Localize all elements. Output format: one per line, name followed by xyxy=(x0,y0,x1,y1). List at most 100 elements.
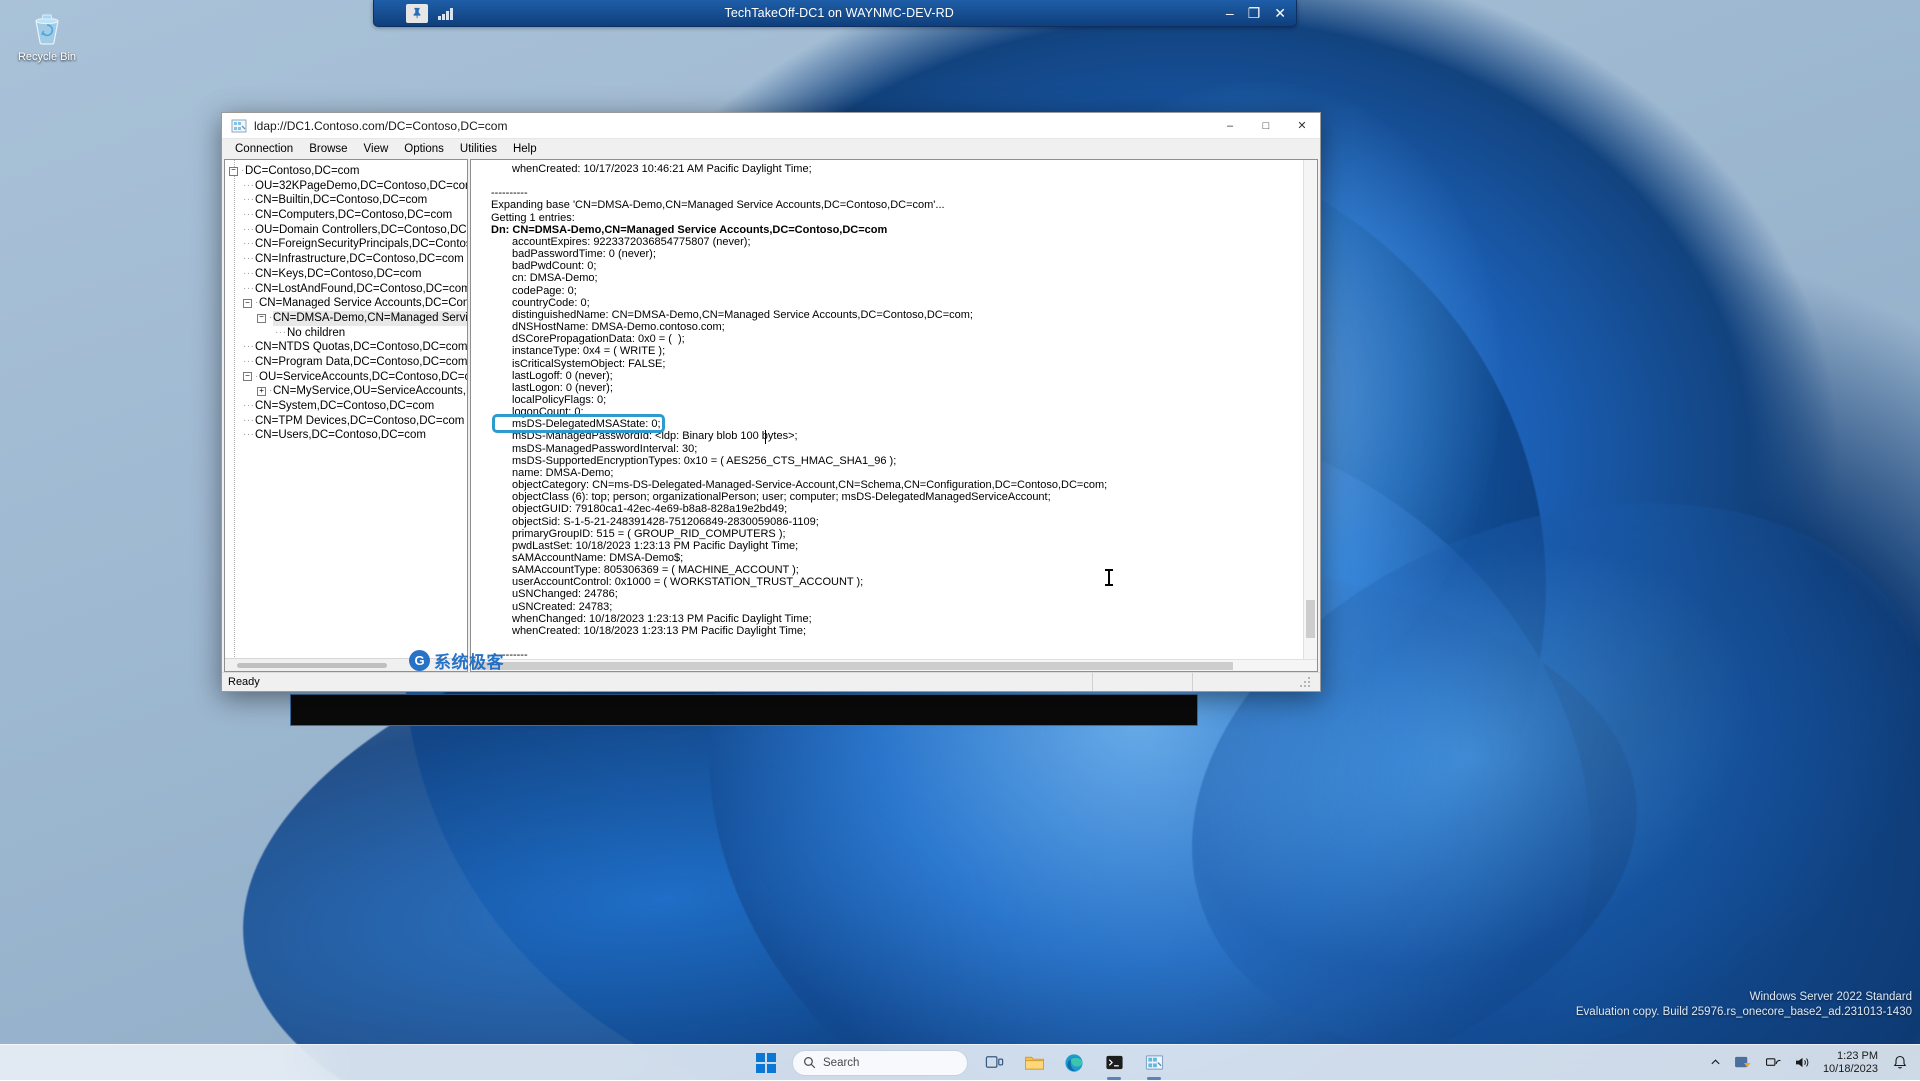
output-line-text: logonCount: 0; xyxy=(512,406,584,418)
tray-notification-bell-icon[interactable] xyxy=(1888,1052,1912,1073)
output-line: uSNChanged: 24786; xyxy=(491,588,1299,600)
tree-node-label: CN=MyService,OU=ServiceAccounts,DC=C xyxy=(273,384,467,399)
desktop-icon-recycle-bin[interactable]: Recycle Bin xyxy=(8,8,86,63)
taskbar-system-tray: 1:23 PM 10/18/2023 xyxy=(1705,1045,1920,1081)
rdp-restore-button[interactable]: ❐ xyxy=(1248,6,1261,20)
taskbar[interactable]: Search xyxy=(0,1044,1920,1080)
tree-node[interactable]: ···OU=32KPageDemo,DC=Contoso,DC=com xyxy=(229,179,467,194)
output-hscroll-thumb[interactable] xyxy=(473,662,1233,670)
tree-node-label: CN=Builtin,DC=Contoso,DC=com xyxy=(255,193,427,208)
tree-node[interactable]: ···CN=Computers,DC=Contoso,DC=com xyxy=(229,208,467,223)
signal-strength-icon xyxy=(438,7,453,20)
tree-node[interactable]: ···OU=Domain Controllers,DC=Contoso,DC=c… xyxy=(229,223,467,238)
tree-node[interactable]: ···CN=Infrastructure,DC=Contoso,DC=com xyxy=(229,252,467,267)
output-line: msDS-ManagedPasswordId: <ldp: Binary blo… xyxy=(491,430,1299,442)
ldp-body: −·DC=Contoso,DC=com···OU=32KPageDemo,DC=… xyxy=(222,158,1320,672)
tree-horizontal-scrollbar[interactable] xyxy=(225,658,467,671)
output-vertical-scrollbar[interactable] xyxy=(1303,160,1317,659)
output-line xyxy=(491,637,1299,649)
ldp-icon xyxy=(1145,1053,1164,1072)
tree-node[interactable]: ···CN=ForeignSecurityPrincipals,DC=Conto… xyxy=(229,237,467,252)
taskbar-item-file-explorer[interactable] xyxy=(1017,1048,1051,1078)
resize-grip[interactable] xyxy=(1292,673,1320,691)
collapse-node-icon[interactable]: − xyxy=(243,372,252,381)
taskview-icon xyxy=(985,1053,1004,1072)
tray-update-icon[interactable] xyxy=(1730,1052,1757,1073)
tree-node-label: CN=Managed Service Accounts,DC=Contoso,D xyxy=(259,296,467,311)
output-line: lastLogon: 0 (never); xyxy=(491,382,1299,394)
output-line: localPolicyFlags: 0; xyxy=(491,394,1299,406)
taskbar-item-edge[interactable] xyxy=(1057,1048,1091,1078)
ldp-maximize-button[interactable]: □ xyxy=(1248,113,1284,139)
tree-node[interactable]: ···No children xyxy=(229,326,467,341)
taskbar-item-terminal[interactable] xyxy=(1097,1048,1131,1078)
tree-node[interactable]: ···CN=NTDS Quotas,DC=Contoso,DC=com xyxy=(229,340,467,355)
tree-node[interactable]: −·DC=Contoso,DC=com xyxy=(229,164,467,179)
taskbar-item-ldp[interactable] xyxy=(1137,1048,1171,1078)
menu-item-view[interactable]: View xyxy=(356,142,397,156)
tree-node[interactable]: ···CN=LostAndFound,DC=Contoso,DC=com xyxy=(229,282,467,297)
tree-node[interactable]: +·CN=MyService,OU=ServiceAccounts,DC=C xyxy=(229,384,467,399)
terminal-icon xyxy=(1105,1053,1124,1072)
output-line: codePage: 0; xyxy=(491,285,1299,297)
expand-node-icon[interactable]: + xyxy=(257,387,266,396)
output-line-text: uSNChanged: 24786; xyxy=(512,588,618,600)
tray-network-icon[interactable] xyxy=(1761,1053,1786,1072)
tree-node-label: OU=Domain Controllers,DC=Contoso,DC=com xyxy=(255,223,467,238)
collapse-node-icon[interactable]: − xyxy=(257,314,266,323)
menu-item-browse[interactable]: Browse xyxy=(301,142,355,156)
tree-node[interactable]: −·OU=ServiceAccounts,DC=Contoso,DC=com xyxy=(229,370,467,385)
background-console-window[interactable] xyxy=(290,694,1198,726)
ldp-title-bar[interactable]: ldap://DC1.Contoso.com/DC=Contoso,DC=com… xyxy=(222,113,1320,139)
tray-volume-icon[interactable] xyxy=(1790,1053,1815,1072)
tree-node[interactable]: ···CN=Keys,DC=Contoso,DC=com xyxy=(229,267,467,282)
tree-branch-dots: ··· xyxy=(243,193,255,208)
output-line: userAccountControl: 0x1000 = ( WORKSTATI… xyxy=(491,576,1299,588)
rdp-minimize-button[interactable]: – xyxy=(1226,6,1234,20)
rdp-session-title: TechTakeOff-DC1 on WAYNMC-DEV-RD xyxy=(453,6,1226,20)
taskbar-item-taskview[interactable] xyxy=(977,1048,1011,1078)
output-line-text: cn: DMSA-Demo; xyxy=(512,272,598,284)
output-line: uSNCreated: 24783; xyxy=(491,601,1299,613)
collapse-node-icon[interactable]: − xyxy=(243,299,252,308)
ldp-window[interactable]: ldap://DC1.Contoso.com/DC=Contoso,DC=com… xyxy=(221,112,1321,692)
tree-node[interactable]: ···CN=Program Data,DC=Contoso,DC=com xyxy=(229,355,467,370)
start-button[interactable] xyxy=(749,1048,783,1078)
ldp-close-button[interactable]: ✕ xyxy=(1284,113,1320,139)
tree-node[interactable]: ···CN=TPM Devices,DC=Contoso,DC=com xyxy=(229,414,467,429)
rdp-close-button[interactable]: ✕ xyxy=(1274,6,1286,20)
tree-scroll-thumb[interactable] xyxy=(237,663,387,668)
rdp-connection-bar[interactable]: TechTakeOff-DC1 on WAYNMC-DEV-RD – ❐ ✕ xyxy=(373,0,1297,27)
tree-node[interactable]: ···CN=System,DC=Contoso,DC=com xyxy=(229,399,467,414)
tree-node[interactable]: ···CN=Builtin,DC=Contoso,DC=com xyxy=(229,193,467,208)
menu-item-utilities[interactable]: Utilities xyxy=(452,142,505,156)
tray-chevron-up-icon[interactable] xyxy=(1705,1054,1726,1071)
ldap-output-pane[interactable]: whenCreated: 10/17/2023 10:46:21 AM Paci… xyxy=(470,159,1318,672)
taskbar-search-box[interactable]: Search xyxy=(792,1050,968,1076)
ldp-menu-bar[interactable]: ConnectionBrowseViewOptionsUtilitiesHelp xyxy=(222,139,1320,158)
output-horizontal-scrollbar[interactable] xyxy=(471,659,1317,671)
tree-node[interactable]: ···CN=Users,DC=Contoso,DC=com xyxy=(229,428,467,443)
menu-item-options[interactable]: Options xyxy=(396,142,452,156)
taskbar-clock[interactable]: 1:23 PM 10/18/2023 xyxy=(1819,1050,1884,1076)
tree-node-label: CN=LostAndFound,DC=Contoso,DC=com xyxy=(255,282,467,297)
ldp-minimize-button[interactable]: – xyxy=(1212,113,1248,139)
output-vscroll-thumb[interactable] xyxy=(1306,600,1315,638)
collapse-node-icon[interactable]: − xyxy=(229,167,238,176)
recycle-bin-icon xyxy=(30,12,64,46)
tree-node[interactable]: −·CN=DMSA-Demo,CN=Managed Service Ac xyxy=(229,311,467,326)
tree-branch-dots: ··· xyxy=(275,326,287,341)
edge-icon xyxy=(1064,1053,1084,1073)
tree-node[interactable]: −·CN=Managed Service Accounts,DC=Contoso… xyxy=(229,296,467,311)
output-line: dSCorePropagationData: 0x0 = ( ); xyxy=(491,333,1299,345)
pushpin-icon[interactable] xyxy=(406,4,428,23)
output-line-text: lastLogon: 0 (never); xyxy=(512,382,613,394)
output-line-text: codePage: 0; xyxy=(512,285,577,297)
output-line: Dn: CN=DMSA-Demo,CN=Managed Service Acco… xyxy=(491,224,1299,236)
output-line-text: badPwdCount: 0; xyxy=(512,260,596,272)
menu-item-help[interactable]: Help xyxy=(505,142,545,156)
directory-tree-list[interactable]: −·DC=Contoso,DC=com···OU=32KPageDemo,DC=… xyxy=(225,160,467,443)
directory-tree-pane[interactable]: −·DC=Contoso,DC=com···OU=32KPageDemo,DC=… xyxy=(224,159,468,672)
menu-item-connection[interactable]: Connection xyxy=(227,142,301,156)
ldap-output-text[interactable]: whenCreated: 10/17/2023 10:46:21 AM Paci… xyxy=(471,160,1303,659)
